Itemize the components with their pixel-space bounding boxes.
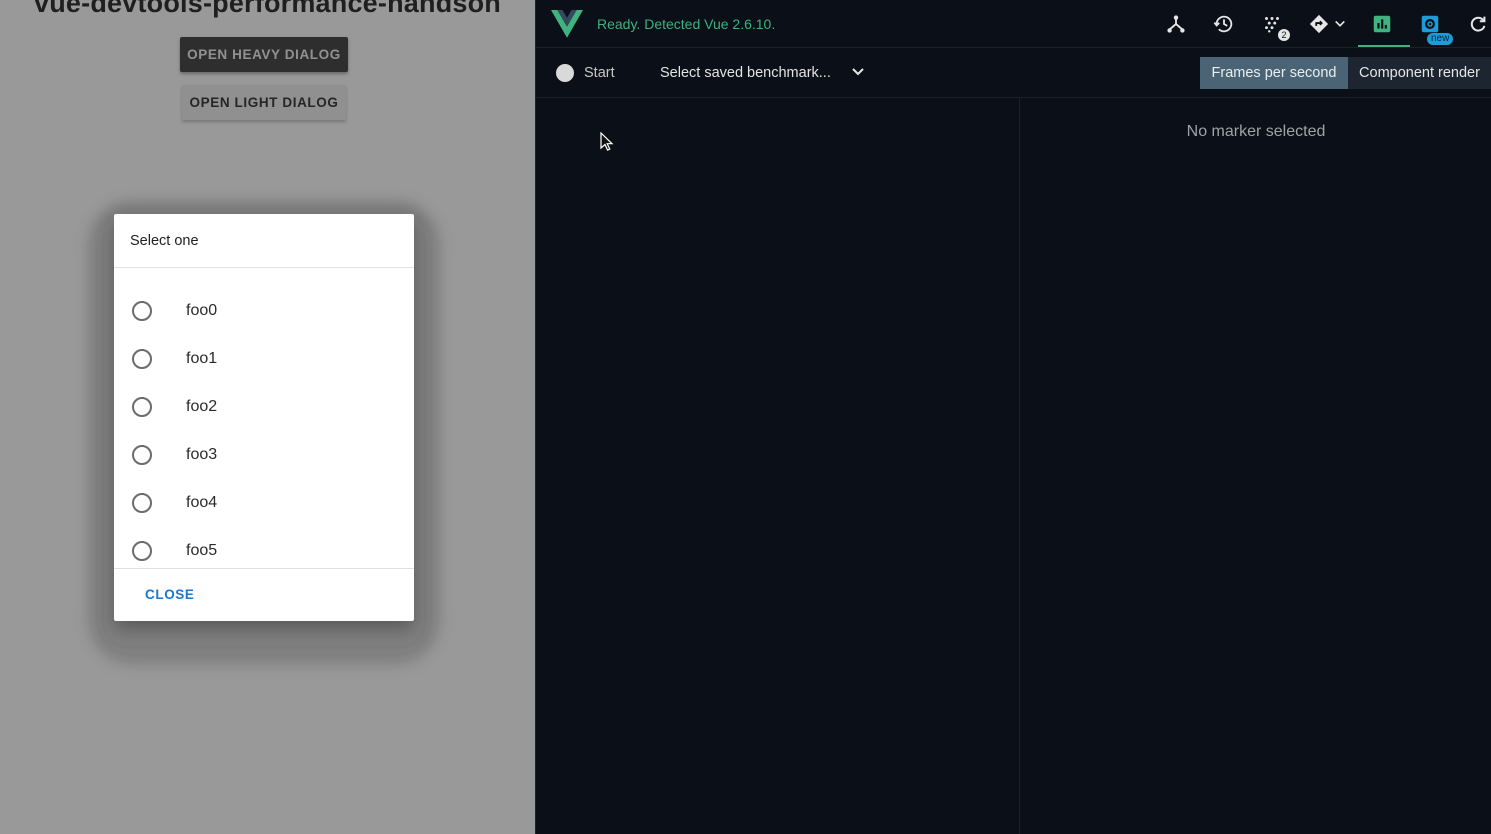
- dialog-title: Select one: [114, 214, 414, 268]
- performance-subbar: Start Select saved benchmark... Frames p…: [536, 48, 1491, 98]
- history-icon[interactable]: [1212, 12, 1236, 36]
- dialog-actions: CLOSE: [114, 568, 414, 621]
- radio-option[interactable]: foo3: [114, 431, 414, 479]
- record-icon[interactable]: [556, 64, 574, 82]
- radio-option[interactable]: foo4: [114, 479, 414, 527]
- status-text: Ready. Detected Vue 2.6.10.: [597, 16, 776, 32]
- performance-icon[interactable]: [1370, 12, 1394, 36]
- devtools-toolbar: Ready. Detected Vue 2.6.10. 2 new: [536, 0, 1491, 48]
- radio-label: foo2: [186, 398, 218, 415]
- active-tab-indicator: [1358, 45, 1410, 47]
- new-badge: new: [1427, 33, 1454, 45]
- radio-button[interactable]: [132, 349, 152, 369]
- select-dialog: Select one foo0 foo1 foo2 foo3 foo4 foo5…: [114, 214, 414, 621]
- tab-component-render[interactable]: Component render: [1348, 57, 1491, 89]
- radio-button[interactable]: [132, 541, 152, 561]
- radio-label: foo0: [186, 302, 218, 319]
- radio-label: foo4: [186, 494, 218, 511]
- radio-button[interactable]: [132, 493, 152, 513]
- start-button[interactable]: Start: [584, 65, 615, 81]
- option-list[interactable]: foo0 foo1 foo2 foo3 foo4 foo5: [114, 268, 414, 568]
- pane-divider[interactable]: [1019, 98, 1020, 834]
- refresh-icon[interactable]: [1466, 12, 1490, 36]
- radio-option[interactable]: foo0: [114, 287, 414, 335]
- vue-logo-icon: [551, 10, 583, 38]
- radio-button[interactable]: [132, 445, 152, 465]
- app-pane: vue-devtools-performance-handson OPEN HE…: [0, 0, 535, 834]
- components-icon[interactable]: [1164, 12, 1188, 36]
- radio-option[interactable]: foo5: [114, 527, 414, 568]
- chevron-down-icon[interactable]: [1333, 12, 1347, 36]
- radio-option[interactable]: foo2: [114, 383, 414, 431]
- mouse-cursor-icon: [600, 132, 614, 151]
- radio-label: foo3: [186, 446, 218, 463]
- radio-label: foo5: [186, 542, 218, 559]
- chevron-down-icon[interactable]: [850, 64, 866, 80]
- radio-button[interactable]: [132, 301, 152, 321]
- radio-button[interactable]: [132, 397, 152, 417]
- radio-label: foo1: [186, 350, 218, 367]
- no-marker-message: No marker selected: [1186, 123, 1326, 140]
- tab-frames-per-second[interactable]: Frames per second: [1200, 57, 1348, 89]
- vuex-count-badge: 2: [1278, 29, 1290, 41]
- benchmark-select[interactable]: Select saved benchmark...: [660, 65, 831, 81]
- radio-option[interactable]: foo1: [114, 335, 414, 383]
- devtools-pane: Ready. Detected Vue 2.6.10. 2 new Start …: [535, 0, 1491, 834]
- router-icon[interactable]: [1307, 12, 1331, 36]
- close-button[interactable]: CLOSE: [145, 587, 195, 602]
